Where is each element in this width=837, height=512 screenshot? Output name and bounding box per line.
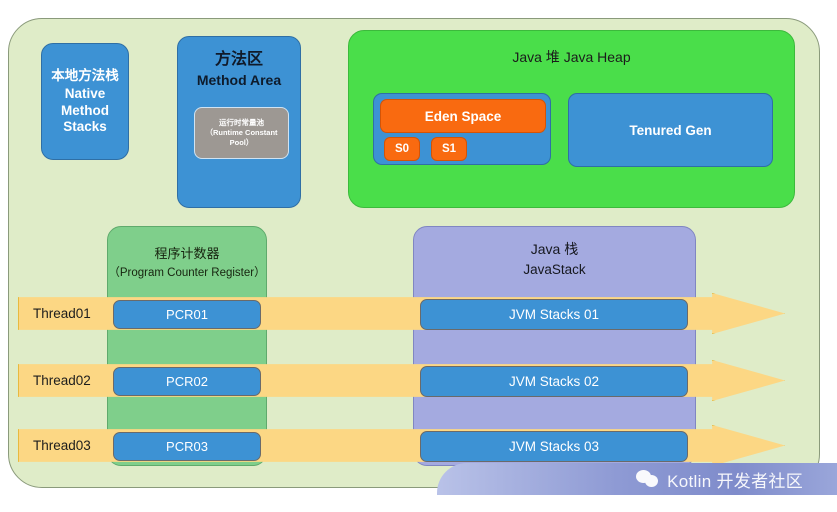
wechat-icon bbox=[636, 469, 660, 489]
java-stack-title-cn: Java 栈 bbox=[530, 241, 579, 257]
native-method-stacks-line-3: Stacks bbox=[63, 118, 107, 134]
tenured-generation-box: Tenured Gen bbox=[568, 93, 773, 167]
runtime-constant-pool-box: 运行时常量池 （Runtime Constant Pool） bbox=[194, 107, 289, 159]
survivor-s0-box: S0 bbox=[384, 137, 420, 161]
young-generation-box: Eden Space S0 S1 bbox=[373, 93, 551, 165]
thread-label: Thread02 bbox=[33, 373, 91, 388]
pcr-chip: PCR03 bbox=[113, 432, 261, 461]
runtime-constant-pool-cn: 运行时常量池 bbox=[219, 117, 264, 127]
jvm-memory-structure-diagram: 本地方法栈 Native Method Stacks 方法区 Method Ar… bbox=[0, 0, 837, 512]
method-area-box: 方法区 Method Area 运行时常量池 （Runtime Constant… bbox=[177, 36, 301, 208]
thread-row: Thread01 PCR01 JVM Stacks 01 bbox=[18, 293, 785, 334]
java-heap-box: Java 堆 Java Heap Eden Space S0 S1 Tenure… bbox=[348, 30, 795, 208]
native-method-stacks-line-2: Method bbox=[61, 102, 109, 118]
eden-space-box: Eden Space bbox=[380, 99, 546, 133]
jvm-stack-chip: JVM Stacks 03 bbox=[420, 431, 688, 462]
java-heap-title: Java 堆 Java Heap bbox=[512, 49, 631, 65]
native-method-stacks-box: 本地方法栈 Native Method Stacks bbox=[41, 43, 129, 160]
pcr-chip: PCR02 bbox=[113, 367, 261, 396]
survivor-s1-box: S1 bbox=[431, 137, 467, 161]
thread-row: Thread02 PCR02 JVM Stacks 02 bbox=[18, 360, 785, 401]
pcr-chip: PCR01 bbox=[113, 300, 261, 329]
jvm-stack-chip: JVM Stacks 01 bbox=[420, 299, 688, 330]
program-counter-title-cn: 程序计数器 bbox=[154, 246, 220, 261]
native-method-stacks-title-cn: 本地方法栈 bbox=[51, 67, 119, 83]
watermark-text: Kotlin 开发者社区 bbox=[667, 471, 803, 491]
native-method-stacks-line-1: Native bbox=[64, 86, 106, 102]
thread-label: Thread01 bbox=[33, 306, 91, 321]
runtime-constant-pool-en-2: Pool） bbox=[229, 138, 254, 148]
method-area-title-cn: 方法区 bbox=[214, 51, 263, 68]
method-area-title-en: Method Area bbox=[196, 71, 282, 88]
thread-label: Thread03 bbox=[33, 438, 91, 453]
watermark-banner: Kotlin 开发者社区 bbox=[437, 463, 837, 495]
thread-row: Thread03 PCR03 JVM Stacks 03 bbox=[18, 425, 785, 466]
jvm-stack-chip: JVM Stacks 02 bbox=[420, 366, 688, 397]
program-counter-title-en: （Program Counter Register） bbox=[108, 267, 266, 279]
java-stack-title-en: JavaStack bbox=[523, 262, 586, 277]
runtime-constant-pool-en-1: （Runtime Constant bbox=[205, 127, 278, 137]
